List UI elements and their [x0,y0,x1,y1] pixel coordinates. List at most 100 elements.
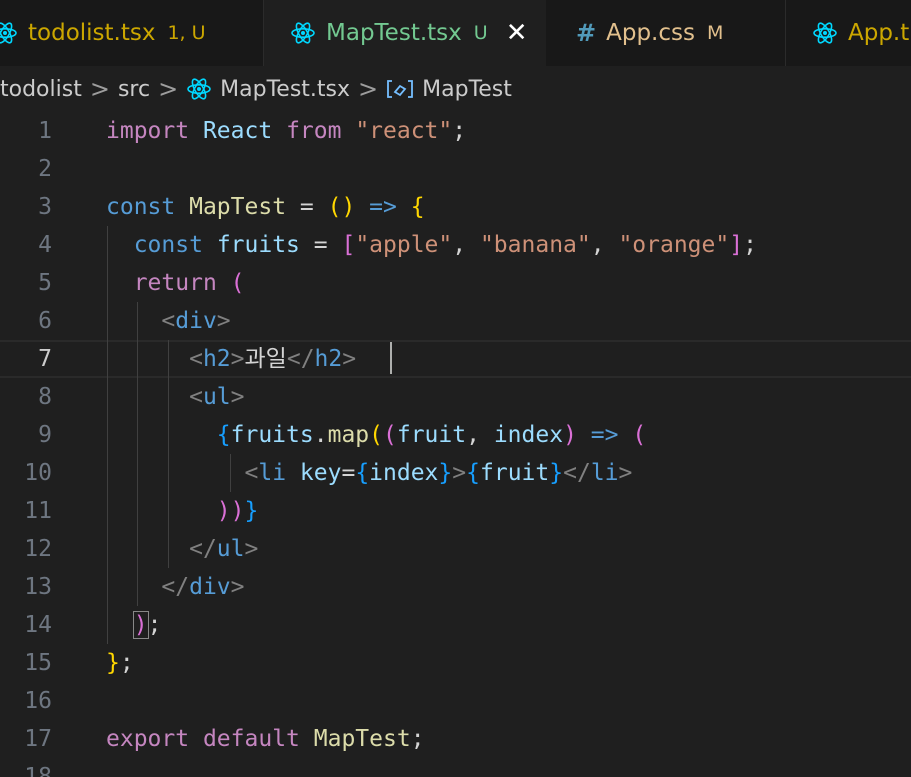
code-line[interactable]: 4 const fruits = ["apple", "banana", "or… [0,226,911,264]
code-line[interactable]: 16 [0,682,911,720]
breadcrumb-item-src[interactable]: src [118,77,150,102]
code-line[interactable]: 2 [0,150,911,188]
code-text: <div> [106,302,231,340]
code-token: "react" [355,118,453,144]
code-line[interactable]: 17 export default MapTest; [0,720,911,758]
code-text: </div> [106,568,244,606]
code-token: ( [383,422,397,448]
code-token: } [106,650,120,676]
line-number: 2 [38,156,52,182]
line-number: 3 [38,194,52,220]
code-token: fruits [216,232,300,258]
breadcrumb-separator: > [89,75,110,103]
line-number: 1 [38,118,52,144]
breadcrumb-item-todolist[interactable]: todolist [0,77,82,102]
code-text: }; [106,644,134,682]
line-number: 4 [38,232,52,258]
code-token: < [161,308,176,334]
code-text: export default MapTest; [106,720,425,758]
code-token: )) [216,498,245,524]
code-token: h2 [202,346,231,372]
code-token: , [590,232,619,258]
code-line[interactable]: 3 const MapTest = () => { [0,188,911,226]
line-number: 6 [38,308,52,334]
code-token: > [216,308,231,334]
code-token: } [438,460,453,486]
line-number: 16 [24,688,52,714]
code-text: <h2>과일</h2> [106,340,356,378]
tab-decoration: M [706,22,724,44]
code-token: ( [632,422,647,448]
line-number: 10 [24,460,52,486]
breadcrumb-label: MapTest.tsx [220,76,351,102]
code-token: ) [132,611,149,639]
code-token: MapTest [189,194,287,220]
breadcrumb-item-file[interactable]: MapTest.tsx [186,76,350,102]
tab-app-tsx[interactable]: App.t [786,0,911,66]
line-number: 18 [24,764,52,777]
tab-maptest[interactable]: MapTest.tsx U ✕ [264,0,546,66]
code-token: MapTest [313,726,411,752]
code-token: > [452,460,467,486]
line-number: 15 [24,650,52,676]
react-icon [187,78,211,100]
code-text: </ul> [106,530,258,568]
code-line[interactable]: 18 [0,758,911,777]
code-line[interactable]: 1 import React from "react"; [0,112,911,150]
line-number: 17 [24,726,52,752]
tab-label: MapTest.tsx [326,20,462,46]
code-token: => [369,194,397,220]
code-line[interactable]: 5 return ( [0,264,911,302]
code-token: < [189,384,203,410]
indent-guide [137,302,138,606]
indent-guide [230,454,231,492]
code-token: ( [369,422,383,448]
code-token: return [133,270,217,296]
code-token: = [299,232,342,258]
line-number: 14 [24,612,52,638]
code-token: ; [119,650,134,676]
breadcrumb-item-symbol[interactable]: MapTest [386,77,512,102]
code-token: > [342,346,357,372]
breadcrumb: todolist > src > MapTest.tsx > MapTest [0,66,911,112]
code-text: return ( [106,264,245,302]
code-token: > [244,536,259,562]
code-token: ] [729,232,744,258]
tab-todolist[interactable]: todolist.tsx 1, U [0,0,264,66]
tab-label: App.t [848,20,910,46]
code-text: import React from "react"; [106,112,466,150]
code-token: > [230,384,245,410]
tab-label: todolist.tsx [28,20,156,46]
code-editor[interactable]: 1 import React from "react"; 2 3 const MapTe… [0,112,911,777]
code-token: ) [563,422,577,448]
code-token: ; [147,612,162,638]
code-token: div [175,308,217,334]
code-line[interactable]: 14 ); [0,606,911,644]
code-token: key [299,460,342,486]
code-text: <li key={index}>{fruit}</li> [106,454,632,492]
code-token: index [493,422,564,448]
close-icon[interactable]: ✕ [506,18,528,48]
code-text: <ul> [106,378,245,416]
code-text: ))} [106,492,259,530]
code-token: default [202,726,300,752]
code-token: fruit [480,460,550,486]
code-token: const [106,194,176,220]
code-token: { [466,460,480,486]
code-line[interactable]: 15}; [0,644,911,682]
tab-app-css[interactable]: # App.css M [546,0,786,66]
